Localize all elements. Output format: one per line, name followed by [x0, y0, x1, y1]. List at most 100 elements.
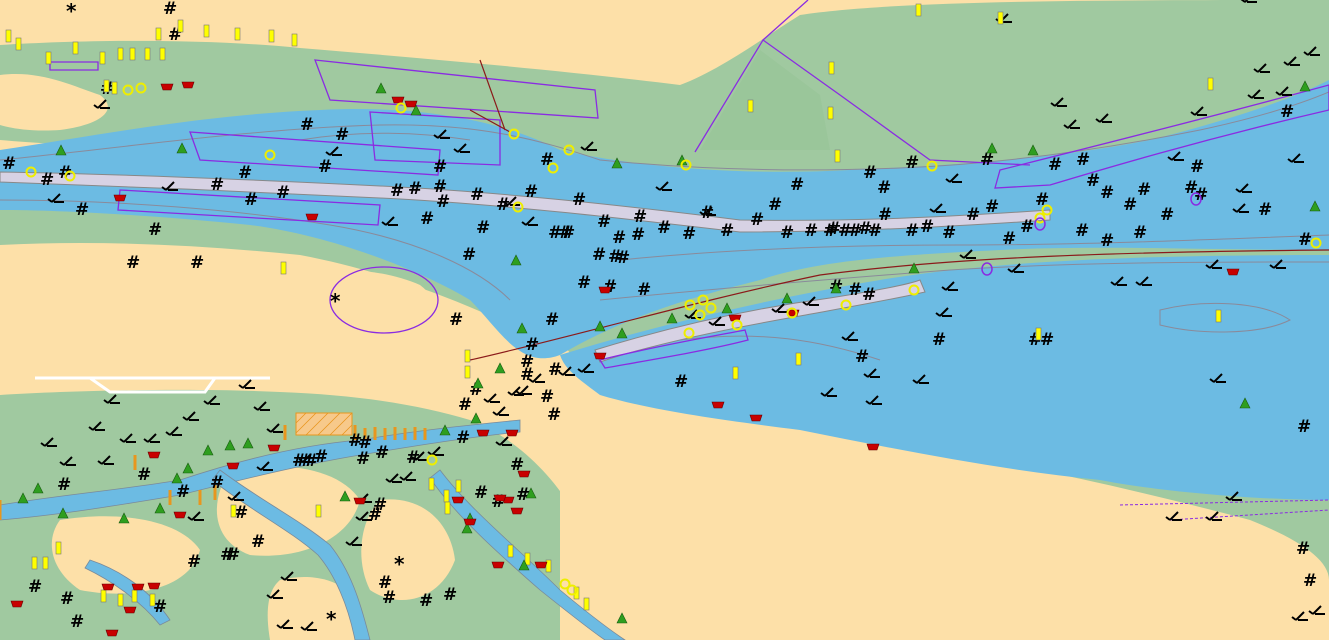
wreck-icon[interactable]: # — [1020, 217, 1034, 237]
wreck-icon[interactable]: # — [375, 443, 389, 463]
buoy-red-icon[interactable] — [123, 606, 137, 614]
wreck-icon[interactable]: # — [848, 280, 862, 300]
wreck-icon[interactable]: # — [631, 225, 645, 245]
wreck-icon[interactable]: # — [238, 163, 252, 183]
buoy-red-icon[interactable] — [147, 451, 161, 459]
buoy-red-icon[interactable] — [491, 561, 505, 569]
wreck-icon[interactable]: # — [314, 447, 328, 467]
rock-icon[interactable]: * — [326, 607, 337, 631]
buoy-red-icon[interactable] — [181, 81, 195, 89]
wreck-icon[interactable]: # — [40, 170, 54, 190]
wreck-icon[interactable]: # — [251, 532, 265, 552]
wreck-icon[interactable]: # — [1190, 157, 1204, 177]
wreck-icon[interactable]: # — [790, 175, 804, 195]
nautical-chart[interactable]: # # # # # # # # # # # # # # # # # # # # # # # # # # # # # # # # # # # # # # # #… — [0, 0, 1329, 640]
beacon-icon[interactable] — [31, 556, 38, 570]
wreck-icon[interactable]: # — [462, 245, 476, 265]
beacon-icon[interactable] — [915, 3, 922, 17]
wreck-icon[interactable]: # — [373, 495, 387, 515]
beacon-icon[interactable] — [99, 51, 106, 65]
wreck-icon[interactable]: # — [862, 285, 876, 305]
buoy-red-icon[interactable] — [1226, 268, 1240, 276]
beacon-icon[interactable] — [131, 589, 138, 603]
beacon-icon[interactable] — [45, 51, 52, 65]
wreck-icon[interactable]: # — [1123, 195, 1137, 215]
wreck-icon[interactable]: # — [905, 221, 919, 241]
wreck-icon[interactable]: # — [942, 223, 956, 243]
buoy-red-icon[interactable] — [113, 194, 127, 202]
wreck-icon[interactable]: # — [577, 273, 591, 293]
wreck-icon[interactable]: # — [1137, 180, 1151, 200]
wreck-icon[interactable]: # — [547, 405, 561, 425]
wreck-icon[interactable]: # — [1297, 417, 1311, 437]
wreck-icon[interactable]: # — [176, 482, 190, 502]
beacon-icon[interactable] — [268, 29, 275, 43]
wreck-icon[interactable]: # — [780, 223, 794, 243]
buoy-red-icon[interactable] — [593, 352, 607, 360]
wreck-icon[interactable]: # — [300, 115, 314, 135]
beacon-icon[interactable] — [117, 593, 124, 607]
beacon-icon[interactable] — [428, 477, 435, 491]
beacon-icon[interactable] — [144, 47, 151, 61]
beacon-icon[interactable] — [230, 504, 237, 518]
beacon-icon[interactable] — [443, 489, 450, 503]
wreck-icon[interactable]: # — [474, 483, 488, 503]
wreck-icon[interactable]: # — [545, 310, 559, 330]
wreck-icon[interactable]: # — [1100, 183, 1114, 203]
buoy-red-icon[interactable] — [101, 583, 115, 591]
beacon-icon[interactable] — [732, 366, 739, 380]
wreck-icon[interactable]: # — [1298, 230, 1312, 250]
wreck-icon[interactable]: # — [966, 205, 980, 225]
wreck-icon[interactable]: # — [878, 205, 892, 225]
beacon-icon[interactable] — [455, 479, 462, 493]
beacon-icon[interactable] — [827, 106, 834, 120]
wreck-icon[interactable]: # — [1075, 221, 1089, 241]
buoy-red-icon[interactable] — [598, 286, 612, 294]
beacon-icon[interactable] — [795, 352, 802, 366]
wreck-icon[interactable]: # — [443, 585, 457, 605]
wreck-icon[interactable]: # — [190, 253, 204, 273]
wreck-icon[interactable]: # — [148, 220, 162, 240]
beacon-icon[interactable] — [997, 11, 1004, 25]
buoy-red-icon[interactable] — [267, 444, 281, 452]
beacon-icon[interactable] — [583, 597, 590, 611]
wreck-icon[interactable]: # — [548, 360, 562, 380]
wreck-icon[interactable]: # — [163, 0, 177, 19]
wreck-icon[interactable]: # — [187, 552, 201, 572]
chart-canvas[interactable]: # ##### #### ## ###### ##### ## ######### # # ####… — [0, 0, 1329, 640]
beacon-icon[interactable] — [828, 61, 835, 75]
wreck-icon[interactable]: # — [335, 125, 349, 145]
wreck-icon[interactable]: # — [75, 200, 89, 220]
beacon-icon[interactable] — [5, 29, 12, 43]
wreck-icon[interactable]: # — [210, 473, 224, 493]
beacon-icon[interactable] — [42, 556, 49, 570]
wreck-icon[interactable]: # — [855, 347, 869, 367]
buoy-red-icon[interactable] — [353, 497, 367, 505]
beacon-icon[interactable] — [291, 33, 298, 47]
beacon-icon[interactable] — [117, 47, 124, 61]
beacon-icon[interactable] — [747, 99, 754, 113]
wreck-icon[interactable]: # — [682, 224, 696, 244]
wreck-icon[interactable]: # — [378, 573, 392, 593]
wreck-icon[interactable]: # — [318, 157, 332, 177]
wreck-icon[interactable]: # — [57, 475, 71, 495]
wreck-icon[interactable]: # — [720, 221, 734, 241]
wreck-icon[interactable]: # — [1100, 231, 1114, 251]
buoy-red-icon[interactable] — [391, 96, 405, 104]
wreck-icon[interactable]: # — [1160, 205, 1174, 225]
wreck-icon[interactable]: # — [750, 210, 764, 230]
wreck-icon[interactable]: # — [356, 449, 370, 469]
beacon-icon[interactable] — [155, 27, 162, 41]
buoy-red-icon[interactable] — [10, 600, 24, 608]
wreck-icon[interactable]: # — [932, 330, 946, 350]
buoy-red-icon[interactable] — [451, 496, 465, 504]
wreck-icon[interactable]: # — [561, 223, 575, 243]
wreck-icon[interactable]: # — [540, 150, 554, 170]
wreck-icon[interactable]: # — [458, 395, 472, 415]
wreck-icon[interactable]: # — [2, 154, 16, 174]
wreck-icon[interactable]: # — [657, 218, 671, 238]
buoy-red-icon[interactable] — [493, 494, 507, 502]
buoy-red-icon[interactable] — [517, 470, 531, 478]
beacon-icon[interactable] — [72, 41, 79, 55]
buoy-red-icon[interactable] — [147, 582, 161, 590]
